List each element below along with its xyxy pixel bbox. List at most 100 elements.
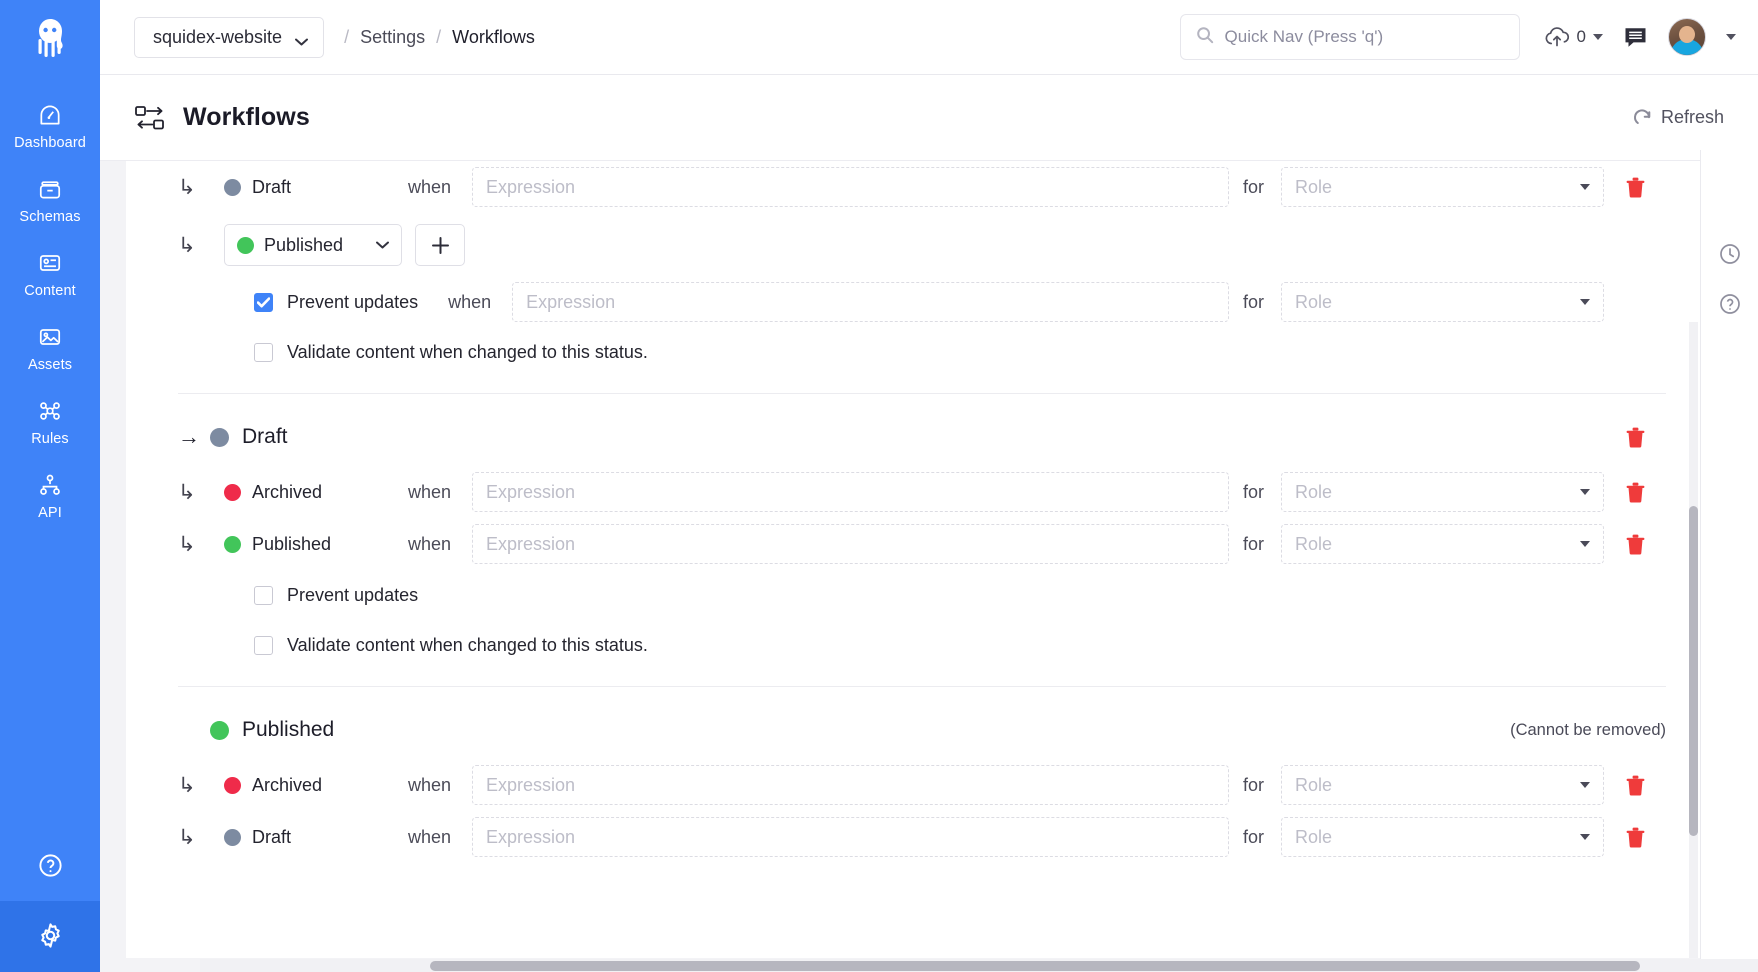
expression-input[interactable] [472,472,1229,512]
validate-content-row: Validate content when changed to this st… [178,327,1666,377]
page-title: Workflows [183,103,310,132]
sidebar-item-dashboard[interactable]: Dashboard [0,89,100,163]
trash-icon[interactable] [1626,775,1645,796]
sidebar-item-content[interactable]: Content [0,237,100,311]
delete-transition-cell [1604,534,1666,555]
refresh-button[interactable]: Refresh [1632,107,1724,128]
status-dot-published [210,721,229,740]
delete-transition-cell [1604,177,1666,198]
transition-status: Archived [224,482,408,503]
expression-input[interactable] [472,765,1229,805]
status-dot-archived [224,777,241,794]
trash-icon[interactable] [1626,534,1645,555]
for-label: for [1229,177,1281,198]
workflows-card: ↳ Draft when for Role [126,161,1700,958]
validate-content-checkbox[interactable] [254,636,273,655]
for-label: for [1229,775,1281,796]
chevron-down-icon [376,236,389,254]
status-label: Archived [252,482,322,503]
app-selector-label: squidex-website [153,27,282,48]
head-arrow: → [178,426,210,448]
avatar[interactable] [1668,18,1706,56]
content-card-icon [37,248,63,278]
sub-arrow: ↳ [178,482,224,503]
sidebar-settings-button[interactable] [0,901,100,972]
sidebar-help-button[interactable] [0,836,100,901]
status-label: Published [252,534,331,555]
role-select[interactable]: Role [1281,524,1604,564]
sidebar-item-label: Assets [28,357,72,373]
quick-nav-search[interactable] [1180,14,1520,60]
prevent-updates-row: Prevent updates when for Role [178,277,1666,327]
status-dot-archived [224,484,241,501]
status-dot-draft [224,829,241,846]
assets-image-icon [37,322,63,352]
chat-comment-button[interactable] [1623,25,1648,49]
breadcrumb-item-workflows[interactable]: Workflows [452,27,535,48]
sidebar-item-assets[interactable]: Assets [0,311,100,385]
squidex-octopus-logo[interactable] [0,0,100,75]
upload-status-button[interactable]: 0 [1544,25,1603,49]
status-dot-draft [224,179,241,196]
breadcrumb-item-settings[interactable]: Settings [360,27,425,48]
prevent-updates-checkbox[interactable] [254,293,273,312]
transition-status: Archived [224,775,408,796]
horizontal-scrollbar-thumb[interactable] [430,961,1640,971]
role-select[interactable]: Role [1281,817,1604,857]
when-label: when [408,177,472,198]
workflow-transition-icon [134,103,168,133]
status-label: Draft [252,827,291,848]
trash-icon[interactable] [1626,427,1645,448]
expression-input[interactable] [472,817,1229,857]
sidebar-item-schemas[interactable]: Schemas [0,163,100,237]
rules-network-icon [37,396,63,426]
check-icon [257,297,270,308]
page-shell: Workflows Refresh [100,75,1758,972]
plus-icon [431,236,450,255]
validate-content-checkbox[interactable] [254,343,273,362]
prevent-updates-checkbox[interactable] [254,586,273,605]
profile-caret-down-icon[interactable] [1726,34,1736,40]
role-select-value: Role [1295,292,1332,313]
sub-arrow: ↳ [178,775,224,796]
app-root: Dashboard Schemas Content Assets [0,0,1758,972]
expression-input[interactable] [512,282,1229,322]
expression-input[interactable] [472,167,1229,207]
caret-down-icon [1580,834,1590,840]
when-label: when [448,292,512,313]
cannot-be-removed-note: (Cannot be removed) [1510,721,1666,740]
vertical-scrollbar-thumb[interactable] [1689,506,1698,836]
sub-arrow-glyph: ↳ [178,482,196,503]
dashboard-gauge-icon [37,100,63,130]
delete-group-cell [1604,427,1666,448]
expression-input[interactable] [472,524,1229,564]
role-select[interactable]: Role [1281,765,1604,805]
refresh-label: Refresh [1661,107,1724,128]
sidebar-item-label: Dashboard [14,135,86,151]
trash-icon[interactable] [1626,827,1645,848]
sidebar-item-rules[interactable]: Rules [0,385,100,459]
when-label: when [408,775,472,796]
trash-icon[interactable] [1626,177,1645,198]
status-picker[interactable]: Published [224,224,402,266]
search-icon [1196,26,1214,49]
help-circle-icon[interactable] [1718,292,1742,316]
role-select[interactable]: Role [1281,282,1604,322]
role-select[interactable]: Role [1281,472,1604,512]
transition-row: ↳ Archived when for Role [178,466,1666,518]
app-selector[interactable]: squidex-website [134,17,324,58]
sub-arrow: ↳ [178,827,224,848]
for-label: for [1229,827,1281,848]
trash-icon[interactable] [1626,482,1645,503]
sidebar-item-api[interactable]: API [0,459,100,533]
history-clock-icon[interactable] [1718,242,1742,266]
role-select-value: Role [1295,775,1332,796]
search-input[interactable] [1225,27,1504,47]
chat-comment-icon [1623,25,1648,49]
add-transition-button[interactable] [415,224,465,266]
delete-transition-cell [1604,775,1666,796]
role-select[interactable]: Role [1281,167,1604,207]
delete-transition-cell [1604,827,1666,848]
caret-down-icon [1580,541,1590,547]
topbar-icon-group: 0 [1544,18,1736,56]
